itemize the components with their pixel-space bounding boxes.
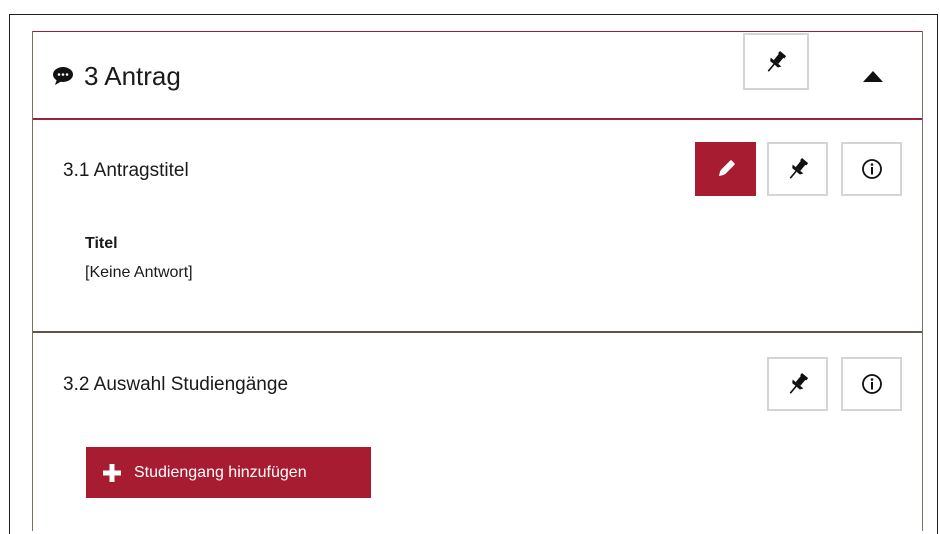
info-icon xyxy=(861,374,882,394)
subsection-title: 3.1 Antragstitel xyxy=(63,160,189,181)
pin-icon xyxy=(789,158,808,179)
pin-icon xyxy=(789,373,808,394)
info-button[interactable] xyxy=(841,142,902,196)
info-icon xyxy=(861,159,882,179)
field-label-titel: Titel xyxy=(85,235,118,252)
field-value-titel: [Keine Antwort] xyxy=(85,264,193,281)
pin-button[interactable] xyxy=(767,357,828,411)
info-button[interactable] xyxy=(841,357,902,411)
section-panel-antrag: 3 Antrag 3.1 Antragstitel Titel [Keine A… xyxy=(32,31,923,531)
add-studiengang-label: Studiengang hinzufügen xyxy=(134,463,307,481)
pencil-icon xyxy=(718,160,735,177)
section-header: 3 Antrag xyxy=(33,31,922,120)
section-heading: 3 Antrag xyxy=(52,54,181,98)
pin-section-button[interactable] xyxy=(743,33,809,90)
caret-up-icon xyxy=(863,70,883,82)
plus-icon xyxy=(103,463,121,482)
subsection-antragstitel: 3.1 Antragstitel Titel [Keine Antwort] xyxy=(33,120,922,333)
pin-button[interactable] xyxy=(767,142,828,196)
collapse-section-button[interactable] xyxy=(843,52,903,100)
section-title: 3 Antrag xyxy=(84,61,181,91)
subsection-title: 3.2 Auswahl Studiengänge xyxy=(63,374,289,395)
subsection-auswahl-studiengaenge: 3.2 Auswahl Studiengänge Studiengang hin… xyxy=(33,333,922,533)
chat-bubble-icon xyxy=(53,67,73,85)
pin-icon xyxy=(767,50,787,72)
edit-button[interactable] xyxy=(695,142,756,196)
add-studiengang-button[interactable]: Studiengang hinzufügen xyxy=(86,447,371,498)
